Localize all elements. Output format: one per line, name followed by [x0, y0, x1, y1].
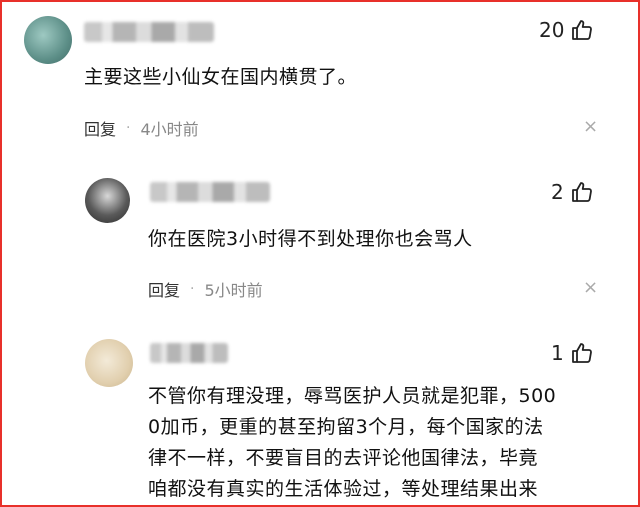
avatar[interactable] — [24, 16, 72, 64]
avatar[interactable] — [85, 178, 130, 223]
comment-text-line: 律不一样，不要盲目的去评论他国律法，毕竟 — [148, 447, 539, 469]
comment-meta: 回复 · 4小时前 — [84, 116, 199, 140]
separator-dot: · — [190, 281, 195, 297]
timestamp: 5小时前 — [204, 281, 263, 300]
comment-text-line: 不管你有理没理，辱骂医护人员就是犯罪，500 — [148, 385, 557, 407]
comment-text-line: 0加币，更重的甚至拘留3个月，每个国家的法 — [148, 416, 544, 438]
like-button[interactable]: 1 — [551, 341, 594, 365]
like-button[interactable]: 20 — [539, 18, 594, 42]
like-count: 1 — [551, 341, 564, 365]
comment-text: 不管你有理没理，辱骂医护人员就是犯罪，500 0加币，更重的甚至拘留3个月，每个… — [148, 381, 556, 505]
avatar[interactable] — [85, 339, 133, 387]
like-count: 20 — [539, 18, 565, 42]
comment-text: 主要这些小仙女在国内横贯了。 — [84, 66, 358, 88]
separator-dot: · — [126, 120, 131, 136]
blurred-username[interactable] — [84, 22, 214, 42]
close-icon[interactable]: × — [583, 118, 598, 136]
close-icon[interactable]: × — [583, 279, 598, 297]
comment-text: 你在医院3小时得不到处理你也会骂人 — [148, 228, 473, 250]
blurred-username[interactable] — [150, 182, 270, 202]
like-count: 2 — [551, 180, 564, 204]
comment-text-line: 咱都没有真实的生活体验过，等处理结果出来 — [148, 478, 539, 500]
timestamp: 4小时前 — [140, 120, 199, 139]
thumbs-up-icon — [571, 182, 592, 202]
blurred-username[interactable] — [150, 343, 228, 363]
thumbs-up-icon — [572, 20, 593, 40]
reply-button[interactable]: 回复 — [84, 116, 116, 140]
thumbs-up-icon — [571, 343, 592, 363]
reply-button[interactable]: 回复 — [148, 277, 180, 301]
comment-meta: 回复 · 5小时前 — [148, 277, 263, 301]
screenshot-frame: 20 主要这些小仙女在国内横贯了。 回复 · 4小时前 × 2 你在医院3小时得… — [0, 0, 640, 507]
like-button[interactable]: 2 — [551, 180, 594, 204]
